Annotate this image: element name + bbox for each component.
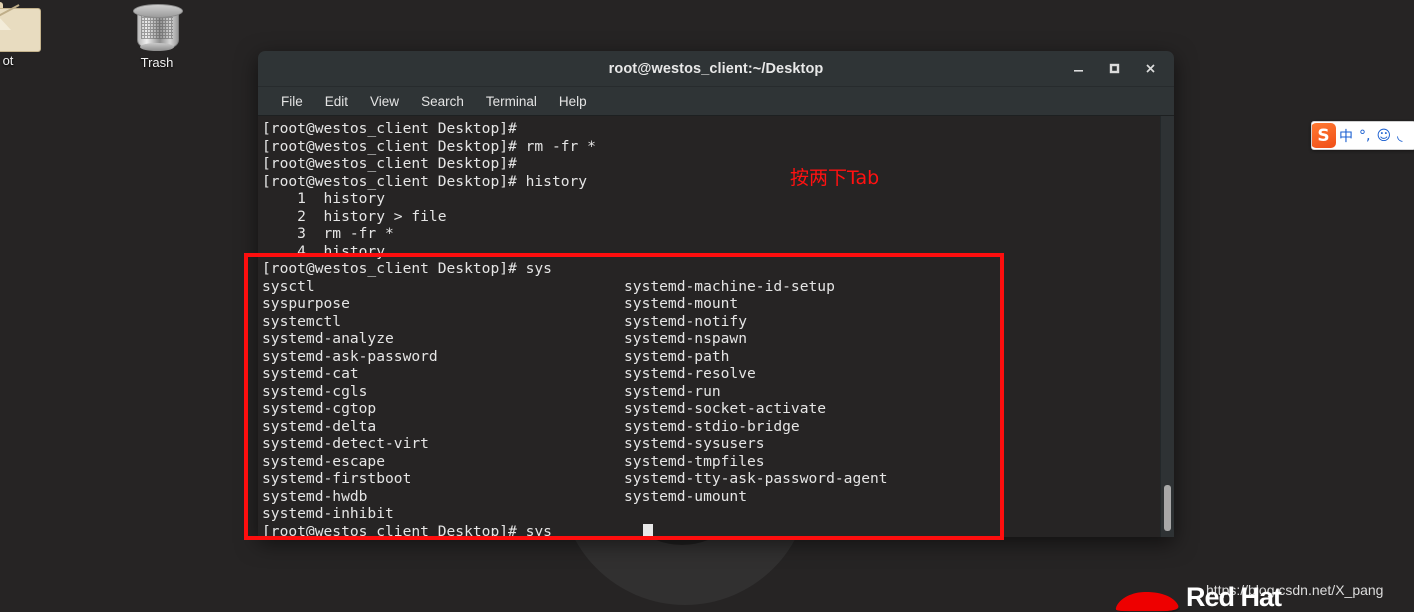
- ime-more-icon[interactable]: ◟: [1394, 128, 1405, 144]
- completion-item: systemd-socket-activate: [624, 400, 827, 417]
- terminal-prompt-line: [root@westos_client Desktop]# sys: [262, 260, 552, 277]
- completion-item: systemd-sysusers: [624, 435, 765, 452]
- completion-item: systemd-ask-password: [262, 347, 438, 365]
- ime-chinese-mode-button[interactable]: 中: [1336, 126, 1356, 146]
- ime-punctuation-button[interactable]: °,: [1356, 128, 1373, 144]
- completion-item: systemd-nspawn: [624, 330, 748, 347]
- menu-item-edit[interactable]: Edit: [314, 91, 359, 112]
- minimize-icon[interactable]: [1060, 55, 1096, 83]
- terminal-window[interactable]: root@westos_client:~/Desktop File Edit V…: [258, 51, 1174, 537]
- terminal-line: [root@westos_client Desktop]# rm -fr *: [262, 137, 596, 155]
- annotation-text-press-tab-twice: 按两下Tab: [790, 167, 880, 189]
- completion-item: systemd-umount: [624, 487, 748, 505]
- completion-item: systemd-resolve: [624, 365, 756, 382]
- terminal-final-prompt: [root@westos_client Desktop]# sys: [262, 522, 552, 538]
- trash-icon: [132, 2, 183, 52]
- terminal-line: [root@westos_client Desktop]#: [262, 155, 517, 172]
- completion-item: systemd-path: [624, 347, 730, 365]
- desktop-icon-label: ot: [2, 53, 14, 68]
- menu-item-help[interactable]: Help: [548, 91, 598, 112]
- redhat-wordmark: Red Hat: [1186, 584, 1282, 612]
- completion-item: systemd-machine-id-setup: [624, 277, 835, 295]
- window-controls: [1060, 51, 1168, 86]
- completion-item: systemd-notify: [624, 312, 748, 330]
- completion-item: sysctl: [262, 277, 315, 295]
- desktop-icon-label: Trash: [140, 55, 174, 70]
- completion-item: syspurpose: [262, 295, 350, 312]
- completion-item: systemd-tmpfiles: [624, 452, 765, 470]
- completion-item: systemd-cat: [262, 365, 359, 382]
- completion-item: systemd-detect-virt: [262, 435, 429, 452]
- terminal-text-area: [root@westos_client Desktop]# [root@west…: [258, 116, 1174, 537]
- redhat-logo: Red Hat: [1108, 584, 1414, 612]
- sogou-logo-icon[interactable]: S: [1312, 123, 1336, 148]
- terminal-line: 1 history: [262, 190, 386, 207]
- completion-item: systemd-escape: [262, 452, 386, 470]
- scrollbar-thumb[interactable]: [1164, 485, 1171, 531]
- terminal-line: 3 rm -fr *: [262, 225, 394, 242]
- menu-item-search[interactable]: Search: [410, 91, 475, 112]
- completion-item: systemd-delta: [262, 417, 377, 435]
- completion-item: systemd-analyze: [262, 330, 394, 347]
- completion-item: systemctl: [262, 312, 342, 330]
- terminal-line: 4 history: [262, 242, 386, 260]
- completion-item: systemd-firstboot: [262, 470, 412, 487]
- completion-item: systemd-cgls: [262, 382, 368, 400]
- completion-item: systemd-cgtop: [262, 400, 377, 417]
- menu-item-view[interactable]: View: [359, 91, 410, 112]
- terminal-line: [root@westos_client Desktop]# history: [262, 172, 588, 190]
- completion-item: systemd-stdio-bridge: [624, 417, 800, 435]
- terminal-titlebar[interactable]: root@westos_client:~/Desktop: [258, 51, 1174, 87]
- terminal-menubar: File Edit View Search Terminal Help: [258, 87, 1174, 116]
- maximize-icon[interactable]: [1096, 55, 1132, 83]
- completion-item: systemd-run: [624, 382, 721, 400]
- menu-item-file[interactable]: File: [270, 91, 314, 112]
- close-icon[interactable]: [1132, 55, 1168, 83]
- block-cursor: [643, 523, 653, 537]
- terminal-screen[interactable]: [root@westos_client Desktop]# [root@west…: [258, 116, 1174, 537]
- terminal-scrollbar[interactable]: [1160, 116, 1174, 537]
- redhat-hat-icon: [1114, 592, 1180, 612]
- completion-item: systemd-hwdb: [262, 487, 368, 505]
- terminal-line: 2 history > file: [262, 207, 447, 225]
- desktop-icon-root-folder[interactable]: ot: [0, 2, 56, 68]
- completion-item: systemd-inhibit: [262, 505, 394, 522]
- desktop-icon-trash[interactable]: Trash: [109, 2, 205, 70]
- menu-item-terminal[interactable]: Terminal: [475, 91, 548, 112]
- window-title: root@westos_client:~/Desktop: [608, 60, 824, 77]
- ime-emoji-icon[interactable]: ☺: [1373, 128, 1394, 144]
- sogou-ime-toolbar[interactable]: S 中 °, ☺ ◟: [1311, 121, 1414, 150]
- terminal-line: [root@westos_client Desktop]#: [262, 120, 517, 137]
- folder-icon: [0, 2, 41, 52]
- completion-item: systemd-mount: [624, 295, 739, 312]
- completion-item: systemd-tty-ask-password-agent: [624, 470, 888, 487]
